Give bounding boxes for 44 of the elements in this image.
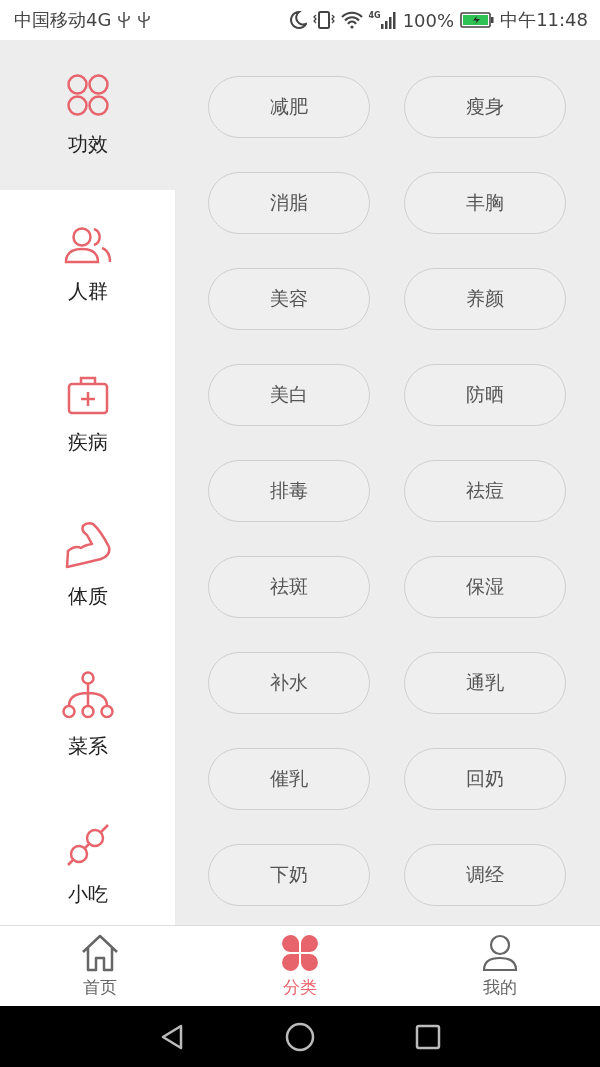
tag-button[interactable]: 丰胸 — [404, 172, 566, 234]
four-petals-icon — [281, 933, 319, 972]
tag-button[interactable]: 祛斑 — [208, 556, 370, 618]
people-icon — [63, 225, 112, 264]
battery-level: 100% — [402, 9, 455, 31]
recents-icon[interactable] — [415, 1023, 441, 1050]
tag-button[interactable]: 美白 — [208, 364, 370, 426]
carrier-name: 中国移动4G — [14, 8, 112, 32]
tag-button[interactable]: 排毒 — [208, 460, 370, 522]
tab-item[interactable]: 首页 — [0, 926, 200, 1006]
tag-button[interactable]: 瘦身 — [404, 76, 566, 138]
person-icon — [482, 933, 518, 972]
back-icon[interactable] — [159, 1022, 185, 1051]
wifi-icon — [340, 11, 363, 29]
tag-button[interactable]: 保湿 — [404, 556, 566, 618]
hierarchy-icon — [59, 670, 116, 719]
usb-icon — [117, 11, 132, 29]
tag-button[interactable]: 下奶 — [208, 844, 370, 906]
clock-time: 中午11:48 — [500, 8, 588, 32]
house-icon — [80, 933, 120, 972]
vibrate-icon — [312, 10, 335, 30]
tag-button[interactable]: 祛痘 — [404, 460, 566, 522]
category-item[interactable]: 功效 — [0, 40, 175, 190]
skewer-icon — [65, 822, 110, 867]
tag-button[interactable]: 回奶 — [404, 748, 566, 810]
home-icon[interactable] — [285, 1021, 315, 1052]
tag-button[interactable]: 防晒 — [404, 364, 566, 426]
tag-button[interactable]: 减肥 — [208, 76, 370, 138]
signal-icon — [380, 11, 397, 29]
tag-button[interactable]: 调经 — [404, 844, 566, 906]
tag-button[interactable]: 补水 — [208, 652, 370, 714]
battery-icon — [460, 12, 495, 28]
network-type: 4G — [368, 11, 381, 20]
tag-button[interactable]: 美容 — [208, 268, 370, 330]
four-circles-icon — [65, 72, 110, 117]
tag-button[interactable]: 养颜 — [404, 268, 566, 330]
tag-button[interactable]: 消脂 — [208, 172, 370, 234]
moon-icon — [288, 10, 307, 30]
tag-button[interactable]: 通乳 — [404, 652, 566, 714]
usb-icon — [137, 11, 152, 29]
flexed-arm-icon — [64, 520, 111, 569]
tag-button[interactable]: 催乳 — [208, 748, 370, 810]
medical-kit-icon — [66, 374, 109, 415]
tab-item[interactable]: 我的 — [400, 926, 600, 1006]
